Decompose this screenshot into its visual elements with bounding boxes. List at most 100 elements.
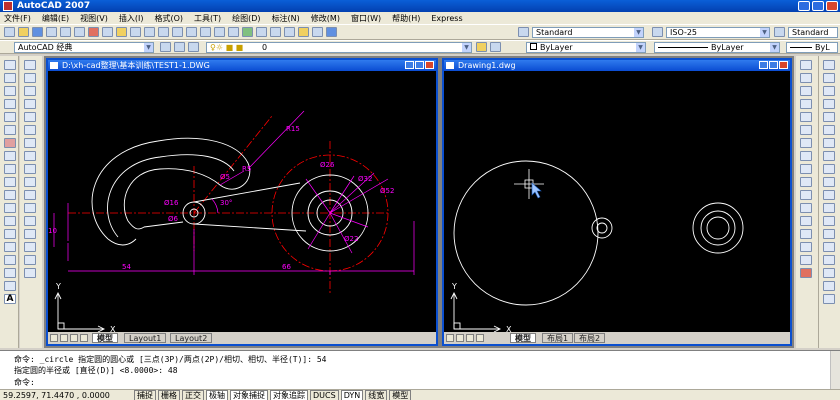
make-current-layer-icon[interactable]: [476, 42, 487, 52]
undo-icon[interactable]: [158, 27, 169, 37]
ducs-toggle[interactable]: DUCS: [310, 389, 339, 400]
snap-none-icon[interactable]: [24, 255, 36, 265]
command-scrollbar[interactable]: [830, 351, 840, 390]
ellipse-icon[interactable]: [4, 177, 16, 187]
preview-icon[interactable]: [60, 27, 71, 37]
tab-first-icon[interactable]: [50, 334, 58, 342]
ortho-toggle[interactable]: 正交: [182, 389, 204, 400]
menu-insert[interactable]: 插入(I): [119, 13, 144, 24]
coordinate-readout[interactable]: 59.2597, 71.4470 , 0.0000: [0, 391, 134, 400]
dim-baseline-icon[interactable]: [800, 177, 812, 187]
chamfer-icon[interactable]: [823, 242, 835, 252]
workspace-settings-icon[interactable]: [160, 42, 171, 52]
move-icon[interactable]: [823, 125, 835, 135]
polar-toggle[interactable]: 极轴: [206, 389, 228, 400]
erase-icon[interactable]: [823, 60, 835, 70]
snap-apparent-icon[interactable]: [24, 125, 36, 135]
help-icon[interactable]: [326, 27, 337, 37]
point-icon[interactable]: [4, 229, 16, 239]
magnet-icon[interactable]: [800, 268, 812, 278]
zoom-realtime-icon[interactable]: [200, 27, 211, 37]
snap-extension-icon[interactable]: [24, 138, 36, 148]
rectangle-icon[interactable]: [4, 112, 16, 122]
dim-edit-icon[interactable]: [800, 242, 812, 252]
dim-radius-icon[interactable]: [800, 112, 812, 122]
stretch-icon[interactable]: [823, 164, 835, 174]
array-icon[interactable]: [823, 112, 835, 122]
snap-tangent-icon[interactable]: [24, 177, 36, 187]
command-window[interactable]: 命令: _circle 指定圆的圆心或 [三点(3P)/两点(2P)/相切、相切…: [0, 350, 840, 390]
maximize-button[interactable]: [812, 1, 824, 11]
grid-toggle[interactable]: 栅格: [158, 389, 180, 400]
pan-icon[interactable]: [186, 27, 197, 37]
tab-layout2[interactable]: Layout2: [170, 333, 213, 343]
paste-icon[interactable]: [116, 27, 127, 37]
text-style-select[interactable]: Standard ▼: [532, 27, 644, 38]
construction-line-icon[interactable]: [4, 73, 16, 83]
dim-text-edit-icon[interactable]: [800, 255, 812, 265]
tab-next-icon[interactable]: [466, 334, 474, 342]
dim-jogged-icon[interactable]: [800, 125, 812, 135]
menu-format[interactable]: 格式(O): [154, 13, 183, 24]
snap-midpoint-icon[interactable]: [24, 99, 36, 109]
ellipse-arc-icon[interactable]: [4, 190, 16, 200]
spline-icon[interactable]: [4, 164, 16, 174]
dim-aligned-icon[interactable]: [800, 73, 812, 83]
close-button[interactable]: [826, 1, 838, 11]
lineweight-select[interactable]: ByL: [786, 42, 838, 53]
sheet-set-icon[interactable]: [284, 27, 295, 37]
menu-view[interactable]: 视图(V): [80, 13, 108, 24]
zoom-previous-icon[interactable]: [228, 27, 239, 37]
maximize-button[interactable]: [769, 61, 778, 69]
layer-select[interactable]: ♀☼ ■ ■ 0 ▼: [206, 42, 472, 53]
redo-icon[interactable]: [172, 27, 183, 37]
model-canvas[interactable]: 54 66 10 R15 R5 Ø5 Ø26 Ø32 Ø52 Ø22 Ø16 Ø…: [48, 71, 436, 334]
table-icon[interactable]: [4, 281, 16, 291]
snap-intersection-icon[interactable]: [24, 112, 36, 122]
menu-draw[interactable]: 绘图(D): [232, 13, 260, 24]
dim-continue-icon[interactable]: [800, 190, 812, 200]
tool-palettes-icon[interactable]: [270, 27, 281, 37]
menu-edit[interactable]: 编辑(E): [42, 13, 69, 24]
lineweight-toggle[interactable]: 线宽: [365, 389, 388, 400]
open-icon[interactable]: [18, 27, 29, 37]
quick-leader-icon[interactable]: [800, 203, 812, 213]
dim-ordinate-icon[interactable]: [800, 99, 812, 109]
save-icon[interactable]: [32, 27, 43, 37]
dim-diameter-icon[interactable]: [800, 138, 812, 148]
workspace-gear-icon[interactable]: [174, 42, 185, 52]
extend-icon[interactable]: [823, 190, 835, 200]
menu-help[interactable]: 帮助(H): [392, 13, 420, 24]
region-icon[interactable]: [4, 268, 16, 278]
osnap-settings-icon[interactable]: [24, 268, 36, 278]
linetype-select[interactable]: ByLayer ▼: [654, 42, 780, 53]
minimize-button[interactable]: [798, 1, 810, 11]
tolerance-icon[interactable]: [800, 216, 812, 226]
menu-express[interactable]: Express: [431, 14, 462, 23]
polygon-icon[interactable]: [4, 99, 16, 109]
dim-angular-icon[interactable]: [800, 151, 812, 161]
markup-icon[interactable]: [298, 27, 309, 37]
break-icon[interactable]: [823, 216, 835, 226]
minimize-button[interactable]: [759, 61, 768, 69]
tab-last-icon[interactable]: [80, 334, 88, 342]
menu-window[interactable]: 窗口(W): [351, 13, 381, 24]
rotate-icon[interactable]: [823, 138, 835, 148]
snap-center-icon[interactable]: [24, 151, 36, 161]
arc-icon[interactable]: [4, 125, 16, 135]
snap-toggle[interactable]: 捕捉: [134, 389, 156, 400]
dim-style-select[interactable]: ISO-25 ▼: [666, 27, 770, 38]
menu-file[interactable]: 文件(F): [4, 13, 31, 24]
osnap-toggle[interactable]: 对象捕捉: [230, 389, 268, 400]
properties-icon[interactable]: [242, 27, 253, 37]
block-editor-icon[interactable]: [144, 27, 155, 37]
make-block-icon[interactable]: [4, 216, 16, 226]
command-prompt[interactable]: 命令:: [14, 377, 35, 388]
circle-icon[interactable]: [4, 138, 16, 148]
dyn-toggle[interactable]: DYN: [340, 389, 364, 400]
bring-front-icon[interactable]: [823, 294, 835, 304]
snap-insert-icon[interactable]: [24, 216, 36, 226]
snap-quadrant-icon[interactable]: [24, 164, 36, 174]
scale-icon[interactable]: [823, 151, 835, 161]
insert-block-icon[interactable]: [4, 203, 16, 213]
